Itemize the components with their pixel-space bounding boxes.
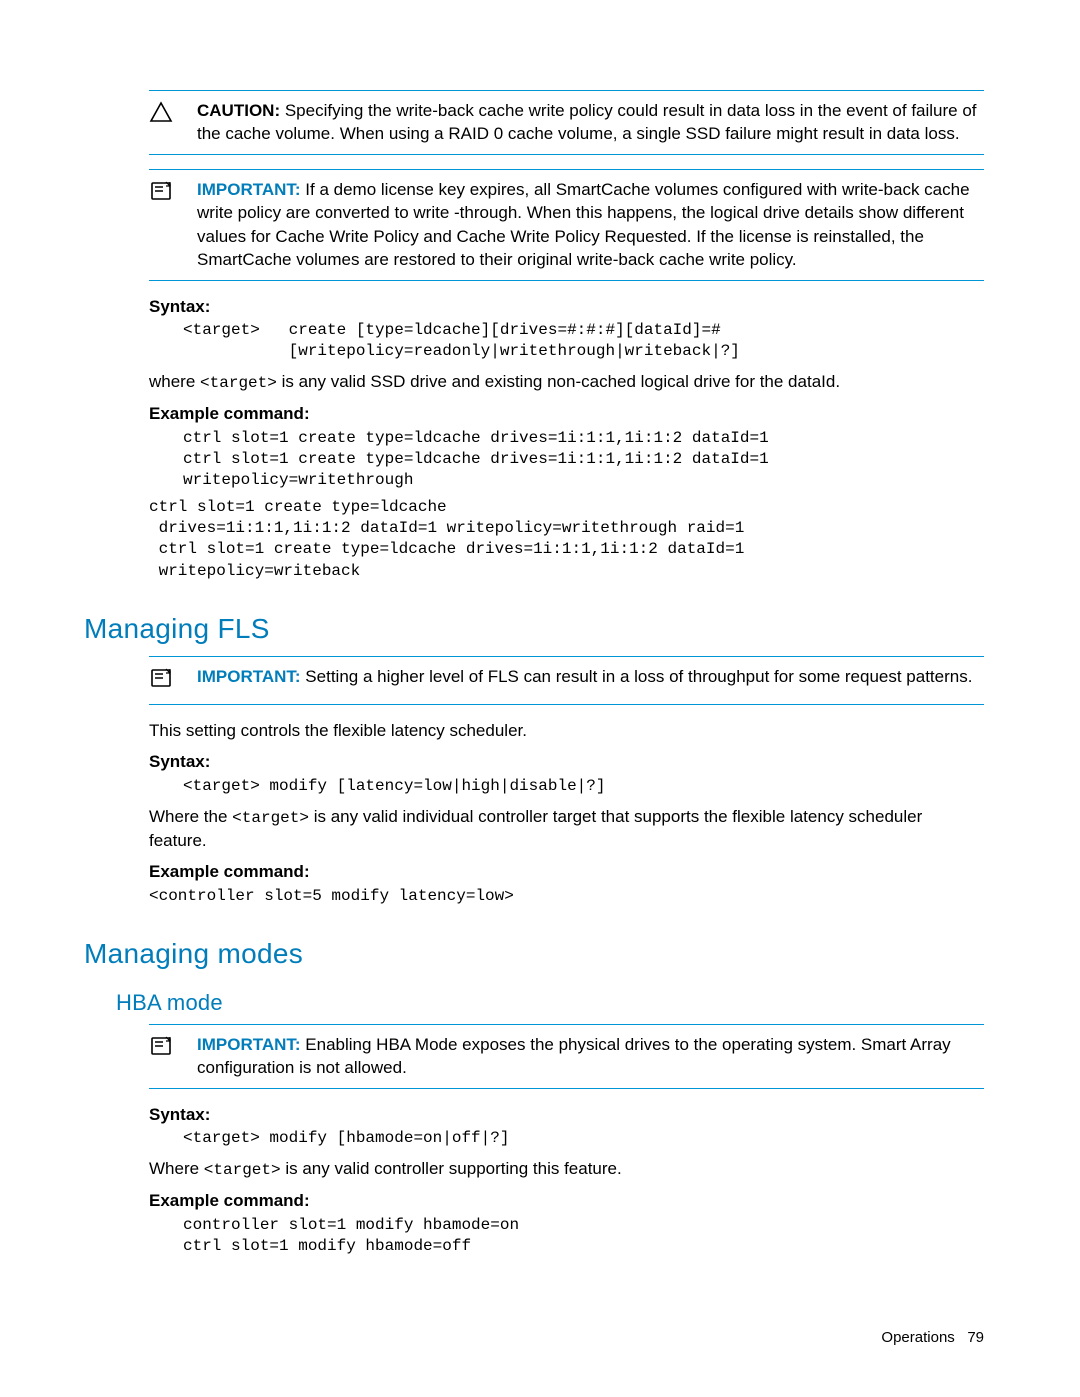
callout-label: IMPORTANT: — [197, 1035, 301, 1054]
callout-label: IMPORTANT: — [197, 180, 301, 199]
syntax-label: Syntax: — [149, 295, 984, 318]
footer-page-number: 79 — [967, 1329, 984, 1346]
section-smartcache: Syntax: <target> create [type=ldcache][d… — [149, 295, 984, 582]
syntax-code: <target> modify [hbamode=on|off|?] — [183, 1128, 984, 1149]
content-area: CAUTION: Specifying the write-back cache… — [149, 90, 984, 281]
important-icon — [149, 1033, 197, 1063]
caution-icon — [149, 99, 197, 129]
syntax-label: Syntax: — [149, 750, 984, 773]
example-code: ctrl slot=1 create type=ldcache drives=1… — [183, 428, 984, 491]
section-fls: IMPORTANT: Setting a higher level of FLS… — [149, 656, 984, 907]
callout-text: If a demo license key expires, all Smart… — [197, 180, 970, 269]
important-callout-1: IMPORTANT: If a demo license key expires… — [149, 169, 984, 281]
syntax-code: <target> create [type=ldcache][drives=#:… — [183, 320, 984, 362]
important-callout-2: IMPORTANT: Setting a higher level of FLS… — [149, 656, 984, 704]
example-label: Example command: — [149, 1189, 984, 1212]
where-line: where <target> is any valid SSD drive an… — [149, 370, 984, 394]
example-label: Example command: — [149, 860, 984, 883]
callout-label: IMPORTANT: — [197, 667, 301, 686]
page-footer: Operations 79 — [881, 1328, 984, 1349]
page: CAUTION: Specifying the write-back cache… — [0, 0, 1080, 1397]
callout-text: Enabling HBA Mode exposes the physical d… — [197, 1035, 951, 1077]
subheading-hba-mode: HBA mode — [116, 988, 984, 1018]
callout-text: Setting a higher level of FLS can result… — [305, 667, 972, 686]
where-line: Where <target> is any valid controller s… — [149, 1157, 984, 1181]
important-callout-3: IMPORTANT: Enabling HBA Mode exposes the… — [149, 1024, 984, 1089]
example-code-2: ctrl slot=1 create type=ldcache drives=1… — [149, 497, 984, 581]
syntax-code: <target> modify [latency=low|high|disabl… — [183, 776, 984, 797]
heading-managing-fls: Managing FLS — [84, 610, 984, 649]
example-code: controller slot=1 modify hbamode=on ctrl… — [183, 1215, 984, 1257]
section-hba: IMPORTANT: Enabling HBA Mode exposes the… — [149, 1024, 984, 1257]
where-line: Where the <target> is any valid individu… — [149, 805, 984, 853]
important-icon — [149, 665, 197, 695]
footer-section: Operations — [881, 1329, 954, 1346]
important-icon — [149, 178, 197, 208]
heading-managing-modes: Managing modes — [84, 935, 984, 974]
callout-label: CAUTION: — [197, 101, 280, 120]
fls-intro: This setting controls the flexible laten… — [149, 719, 984, 742]
caution-callout: CAUTION: Specifying the write-back cache… — [149, 90, 984, 155]
example-label: Example command: — [149, 402, 984, 425]
example-code: <controller slot=5 modify latency=low> — [149, 886, 984, 907]
callout-text: Specifying the write-back cache write po… — [197, 101, 977, 143]
syntax-label: Syntax: — [149, 1103, 984, 1126]
